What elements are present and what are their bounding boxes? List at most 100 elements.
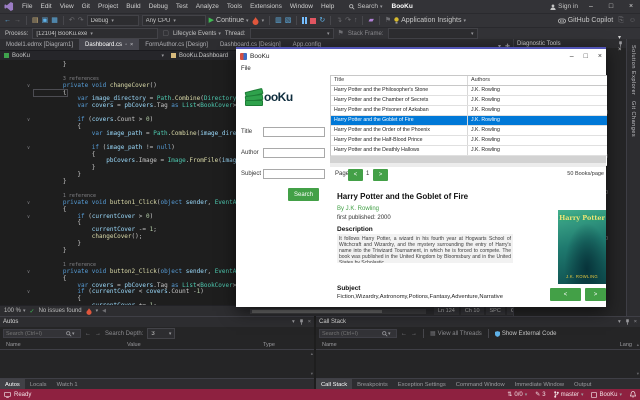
thread-dropdown[interactable]: ▾ <box>249 28 334 39</box>
menu-build[interactable]: Build <box>122 2 144 11</box>
scroll-up-icon[interactable]: ▴ <box>637 342 639 348</box>
scrollbar-thumb[interactable] <box>252 310 382 313</box>
navigate-back-icon[interactable]: ← <box>4 17 11 24</box>
scroll-left-icon[interactable]: ◀ <box>102 308 106 314</box>
title-input[interactable] <box>263 127 325 137</box>
repo-selector[interactable]: BooKu ▾ <box>591 392 622 398</box>
book-row[interactable]: Harry Potter and the Philosopher's Stone… <box>331 86 607 96</box>
search-forward-icon[interactable]: → <box>411 331 417 337</box>
menu-view[interactable]: View <box>56 2 78 11</box>
scroll-down-icon[interactable]: ▾ <box>637 371 639 377</box>
book-author-link[interactable]: By J.K. Rowling <box>337 206 379 212</box>
application-insights-dropdown[interactable]: Application Insights ▾ <box>394 17 466 24</box>
zoom-level-dropdown[interactable]: 100 % ▾ <box>4 308 26 314</box>
app-close-button[interactable]: × <box>598 53 602 60</box>
fold-chevron-icon[interactable]: ∨ <box>0 83 34 90</box>
code-map-icon[interactable]: ▰ <box>368 17 373 24</box>
github-copilot-button[interactable]: GitHub Copilot <box>557 17 613 24</box>
pending-edits[interactable]: ✎ 3 <box>535 391 545 399</box>
user-feedback-icon[interactable]: ☺ <box>629 17 636 24</box>
step-out-icon[interactable]: ↑ <box>354 17 358 24</box>
close-button[interactable]: × <box>624 3 638 10</box>
tab-model1-edmx-diagram1-[interactable]: Model1.edmx [Diagram1] <box>0 39 79 50</box>
table-scrollbar[interactable] <box>330 163 606 167</box>
search-button[interactable]: Search <box>288 188 319 201</box>
show-external-code-button[interactable]: Show External Code <box>494 331 557 337</box>
menu-extensions[interactable]: Extensions <box>246 2 286 11</box>
pin-icon[interactable] <box>625 319 630 325</box>
solution-config-dropdown[interactable]: Debug ▾ <box>86 15 139 26</box>
bell-icon[interactable] <box>630 391 636 398</box>
autos-search-input[interactable] <box>6 330 66 337</box>
next-page-button[interactable]: > <box>373 169 388 181</box>
column-lang[interactable]: Lang <box>614 342 632 348</box>
autos-search-box[interactable]: ▾ <box>3 329 81 338</box>
book-row[interactable]: Harry Potter and the Chamber of Secrets J… <box>331 96 607 106</box>
chevron-down-icon[interactable]: ▾ <box>618 319 621 325</box>
menu-edit[interactable]: Edit <box>36 2 55 11</box>
search-back-icon[interactable]: ← <box>85 331 91 337</box>
stack-frame-dropdown[interactable]: ▾ <box>387 28 478 39</box>
continue-button[interactable]: ▶ Continue ▾ <box>209 17 249 24</box>
menu-project[interactable]: Project <box>94 2 122 11</box>
pause-icon[interactable] <box>302 17 308 24</box>
fold-chevron-icon[interactable]: ∨ <box>0 289 34 296</box>
minimize-button[interactable]: – <box>584 3 598 10</box>
chevron-down-icon[interactable]: ▾ <box>618 35 621 41</box>
stop-debug-icon[interactable] <box>310 17 317 24</box>
call-stack-body[interactable]: ▾ <box>316 350 640 378</box>
type-dropdown[interactable]: BooKu.Dashboard <box>171 53 228 59</box>
branch-selector[interactable]: master ▾ <box>553 391 583 398</box>
pin-icon[interactable] <box>299 319 304 325</box>
whitespace-indicator[interactable]: SPC <box>485 307 505 315</box>
chevron-down-icon[interactable]: ▾ <box>262 18 265 24</box>
chevron-down-icon[interactable]: ▾ <box>72 331 75 337</box>
dock-tab-git-changes[interactable]: Git Changes <box>630 101 636 137</box>
fold-chevron-icon[interactable]: ∨ <box>0 117 34 124</box>
book-row[interactable]: Harry Potter and the Goblet of Fire J.K. … <box>331 116 607 126</box>
tab-dashboard-cs[interactable]: Dashboard.cs ◦ × <box>79 39 140 50</box>
column-authors[interactable]: Authors <box>468 76 607 85</box>
issues-status[interactable]: No issues found <box>39 308 82 314</box>
fold-chevron-icon[interactable]: ∨ <box>0 214 34 221</box>
column-title[interactable]: Title <box>331 76 468 85</box>
tab-formauthor-cs-design-[interactable]: FormAuthor.cs [Design] <box>139 39 214 50</box>
app-menu-file[interactable]: File <box>241 66 251 72</box>
autos-body[interactable]: ▴ ▾ <box>0 350 314 378</box>
step-into-icon[interactable]: ↴ <box>336 17 342 24</box>
close-icon[interactable]: × <box>634 319 637 325</box>
new-file-icon[interactable]: ▤ <box>32 17 39 24</box>
global-search[interactable]: Search ▾ <box>349 3 383 10</box>
subject-input[interactable] <box>263 169 325 179</box>
chevron-down-icon[interactable]: ▾ <box>388 331 391 337</box>
horizontal-scrollbar[interactable] <box>250 309 426 314</box>
step-over-icon[interactable]: ↷ <box>345 17 351 24</box>
flag-icon[interactable]: ⚑ <box>385 17 391 24</box>
chevron-down-icon[interactable]: ▾ <box>292 319 295 325</box>
redo-icon[interactable]: ↷ <box>78 17 84 24</box>
scroll-up-icon[interactable]: ▴ <box>311 351 313 357</box>
project-dropdown[interactable]: BooKu ▾ <box>4 53 167 59</box>
scroll-down-icon[interactable]: ▾ <box>311 371 313 377</box>
dock-tab-solution-explorer[interactable]: Solution Explorer <box>630 45 636 95</box>
column-value[interactable]: Value <box>121 342 257 348</box>
column-type[interactable]: Type <box>257 342 275 348</box>
sign-in-button[interactable]: Sign in <box>550 3 578 10</box>
fold-chevron-icon[interactable]: ∨ <box>0 145 34 152</box>
menu-tools[interactable]: Tools <box>223 2 246 11</box>
hot-reload-icon[interactable] <box>252 16 259 25</box>
fold-chevron-icon[interactable]: ∨ <box>0 200 34 207</box>
book-row[interactable]: Harry Potter and the Half-Blood Prince J.… <box>331 136 607 146</box>
column-name[interactable]: Name <box>0 342 121 348</box>
call-stack-search-input[interactable] <box>322 330 382 337</box>
prev-cover-button[interactable]: < <box>550 288 581 301</box>
call-stack-search-box[interactable]: ▾ <box>319 329 397 338</box>
fold-chevron-icon[interactable]: ∨ <box>0 269 34 276</box>
menu-analyze[interactable]: Analyze <box>192 2 223 11</box>
view-all-threads-button[interactable]: ▦ View all Threads <box>430 330 482 338</box>
menu-window[interactable]: Window <box>286 2 317 11</box>
book-row[interactable]: Harry Potter and the Deathly Hallows J.K.… <box>331 146 607 156</box>
memory-window-icon[interactable]: ▧ <box>285 17 292 24</box>
column-name[interactable]: Name <box>316 342 337 348</box>
next-cover-button[interactable]: > <box>585 288 606 301</box>
